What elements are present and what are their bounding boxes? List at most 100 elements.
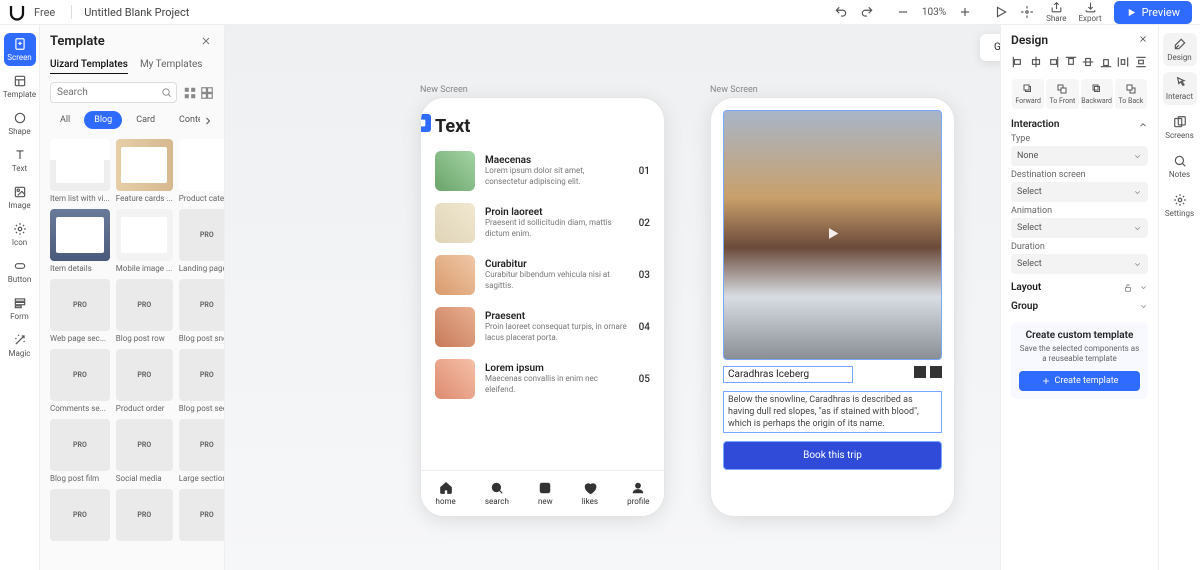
template-item[interactable] bbox=[116, 489, 173, 544]
align-center-v-icon[interactable] bbox=[1081, 55, 1095, 69]
template-item[interactable]: Web page sec... bbox=[50, 279, 110, 343]
export-button[interactable]: Export bbox=[1072, 1, 1107, 23]
selection-badge[interactable] bbox=[420, 114, 431, 132]
list-item[interactable]: Praesent Proin laoreet consequat turpis,… bbox=[421, 301, 664, 353]
redo-button[interactable] bbox=[854, 1, 880, 23]
distribute-v-icon[interactable] bbox=[1134, 55, 1148, 69]
template-item[interactable]: Blog post secti bbox=[179, 349, 225, 413]
chip-all[interactable]: All bbox=[50, 111, 80, 129]
template-item[interactable]: Item details bbox=[50, 209, 110, 273]
trip-description[interactable]: Below the snowline, Caradhras is describ… bbox=[723, 391, 942, 433]
chip-card[interactable]: Card bbox=[126, 111, 165, 129]
grid-view-button[interactable] bbox=[183, 86, 197, 100]
nav-new[interactable]: new bbox=[538, 481, 553, 506]
rail-icon[interactable]: Icon bbox=[4, 218, 36, 251]
rail-form[interactable]: Form bbox=[4, 292, 36, 325]
template-search-input[interactable] bbox=[50, 82, 177, 103]
rail-screen[interactable]: Screen bbox=[4, 33, 36, 66]
screen-1-heading[interactable]: Text bbox=[421, 98, 664, 145]
chip-blog[interactable]: Blog bbox=[84, 111, 122, 129]
template-item[interactable]: Blog post film bbox=[50, 419, 110, 483]
template-item[interactable]: Feature cards ... bbox=[116, 139, 173, 203]
screen-2-label[interactable]: New Screen bbox=[710, 85, 955, 95]
template-item[interactable]: Product categ... bbox=[179, 139, 225, 203]
zoom-value[interactable]: 103% bbox=[918, 7, 950, 18]
zoom-in-button[interactable] bbox=[952, 1, 978, 23]
list-item[interactable]: Curabitur Curabitur bibendum vehicula ni… bbox=[421, 249, 664, 301]
tab-my-templates[interactable]: My Templates bbox=[140, 59, 203, 74]
design-panel-close[interactable] bbox=[1138, 34, 1148, 47]
template-item[interactable]: Large section bbox=[179, 419, 225, 483]
group-header[interactable]: Group bbox=[1011, 301, 1148, 312]
template-item[interactable]: Blog post sno... bbox=[179, 279, 225, 343]
canvas[interactable]: New Screen Text Maecenas Lorem ipsum dol… bbox=[225, 25, 1000, 570]
order-to-front[interactable]: To Front bbox=[1046, 79, 1078, 109]
right-rail-settings[interactable]: Settings bbox=[1163, 189, 1197, 222]
align-top-icon[interactable] bbox=[1064, 55, 1078, 69]
book-trip-button[interactable]: Book this trip bbox=[723, 441, 942, 470]
destination-select[interactable]: Select bbox=[1011, 182, 1148, 202]
app-logo[interactable] bbox=[8, 3, 26, 21]
preview-button[interactable]: Preview bbox=[1114, 1, 1192, 24]
list-item[interactable]: Proin laoreet Praesent id sollicitudin d… bbox=[421, 197, 664, 249]
template-item[interactable] bbox=[50, 489, 110, 544]
large-grid-view-button[interactable] bbox=[200, 86, 214, 100]
rail-template[interactable]: Template bbox=[4, 70, 36, 103]
rail-image[interactable]: Image bbox=[4, 181, 36, 214]
layout-header[interactable]: Layout bbox=[1011, 282, 1148, 293]
template-item[interactable]: Product order bbox=[116, 349, 173, 413]
template-item[interactable]: Comments se... bbox=[50, 349, 110, 413]
play-button[interactable] bbox=[988, 1, 1014, 23]
right-rail-interact[interactable]: Interact bbox=[1163, 72, 1197, 105]
screen-1-device[interactable]: Text Maecenas Lorem ipsum dolor sit amet… bbox=[420, 97, 665, 517]
create-template-button[interactable]: Create template bbox=[1019, 371, 1140, 391]
align-bottom-icon[interactable] bbox=[1099, 55, 1113, 69]
animation-select[interactable]: Select bbox=[1011, 218, 1148, 238]
rail-text[interactable]: Text bbox=[4, 144, 36, 177]
menu-icon[interactable] bbox=[930, 366, 942, 378]
panel-close-button[interactable] bbox=[198, 33, 214, 49]
right-rail-design[interactable]: Design bbox=[1163, 33, 1197, 66]
duration-select[interactable]: Select bbox=[1011, 254, 1148, 274]
screen-1-label[interactable]: New Screen bbox=[420, 85, 665, 95]
undo-button[interactable] bbox=[828, 1, 854, 23]
hero-image[interactable] bbox=[723, 110, 942, 360]
nav-profile[interactable]: profile bbox=[627, 481, 649, 506]
align-right-icon[interactable] bbox=[1046, 55, 1060, 69]
template-item[interactable]: Blog post row bbox=[116, 279, 173, 343]
bookmark-icon[interactable] bbox=[914, 366, 926, 378]
list-item[interactable]: Lorem ipsum Maecenas convallis in enim n… bbox=[421, 353, 664, 405]
tab-uizard-templates[interactable]: Uizard Templates bbox=[50, 59, 128, 74]
handoff-button[interactable] bbox=[1014, 1, 1040, 23]
right-rail-notes[interactable]: Notes bbox=[1163, 150, 1197, 183]
right-rail-screens[interactable]: Screens bbox=[1163, 111, 1197, 144]
interaction-header[interactable]: Interaction bbox=[1011, 119, 1148, 130]
nav-search[interactable]: search bbox=[485, 481, 509, 506]
trip-title[interactable]: Caradhras Iceberg bbox=[723, 366, 853, 383]
rail-magic[interactable]: Magic bbox=[4, 329, 36, 362]
zoom-out-button[interactable] bbox=[890, 1, 916, 23]
share-button[interactable]: Share bbox=[1040, 1, 1072, 23]
align-center-h-icon[interactable] bbox=[1029, 55, 1043, 69]
template-item[interactable]: Mobile image ... bbox=[116, 209, 173, 273]
template-item[interactable]: Social media bbox=[116, 419, 173, 483]
align-left-icon[interactable] bbox=[1011, 55, 1025, 69]
chips-next-button[interactable] bbox=[200, 113, 214, 129]
template-item[interactable]: Landing page... bbox=[179, 209, 225, 273]
type-select[interactable]: None bbox=[1011, 146, 1148, 166]
list-item[interactable]: Maecenas Lorem ipsum dolor sit amet, con… bbox=[421, 145, 664, 197]
plan-badge[interactable]: Free bbox=[34, 6, 55, 19]
template-item[interactable] bbox=[179, 489, 225, 544]
order-to-back[interactable]: To Back bbox=[1115, 79, 1147, 109]
order-backward[interactable]: Backward bbox=[1081, 79, 1113, 109]
nav-likes[interactable]: likes bbox=[582, 481, 598, 506]
project-title[interactable]: Untitled Blank Project bbox=[84, 6, 189, 19]
order-forward[interactable]: Forward bbox=[1012, 79, 1044, 109]
template-item[interactable]: Item list with vi... bbox=[50, 139, 110, 203]
rail-shape[interactable]: Shape bbox=[4, 107, 36, 140]
play-icon[interactable] bbox=[825, 226, 841, 245]
nav-home[interactable]: home bbox=[436, 481, 456, 506]
rail-button[interactable]: Button bbox=[4, 255, 36, 288]
screen-2-device[interactable]: Caradhras Iceberg Below the snowline, Ca… bbox=[710, 97, 955, 517]
distribute-h-icon[interactable] bbox=[1116, 55, 1130, 69]
